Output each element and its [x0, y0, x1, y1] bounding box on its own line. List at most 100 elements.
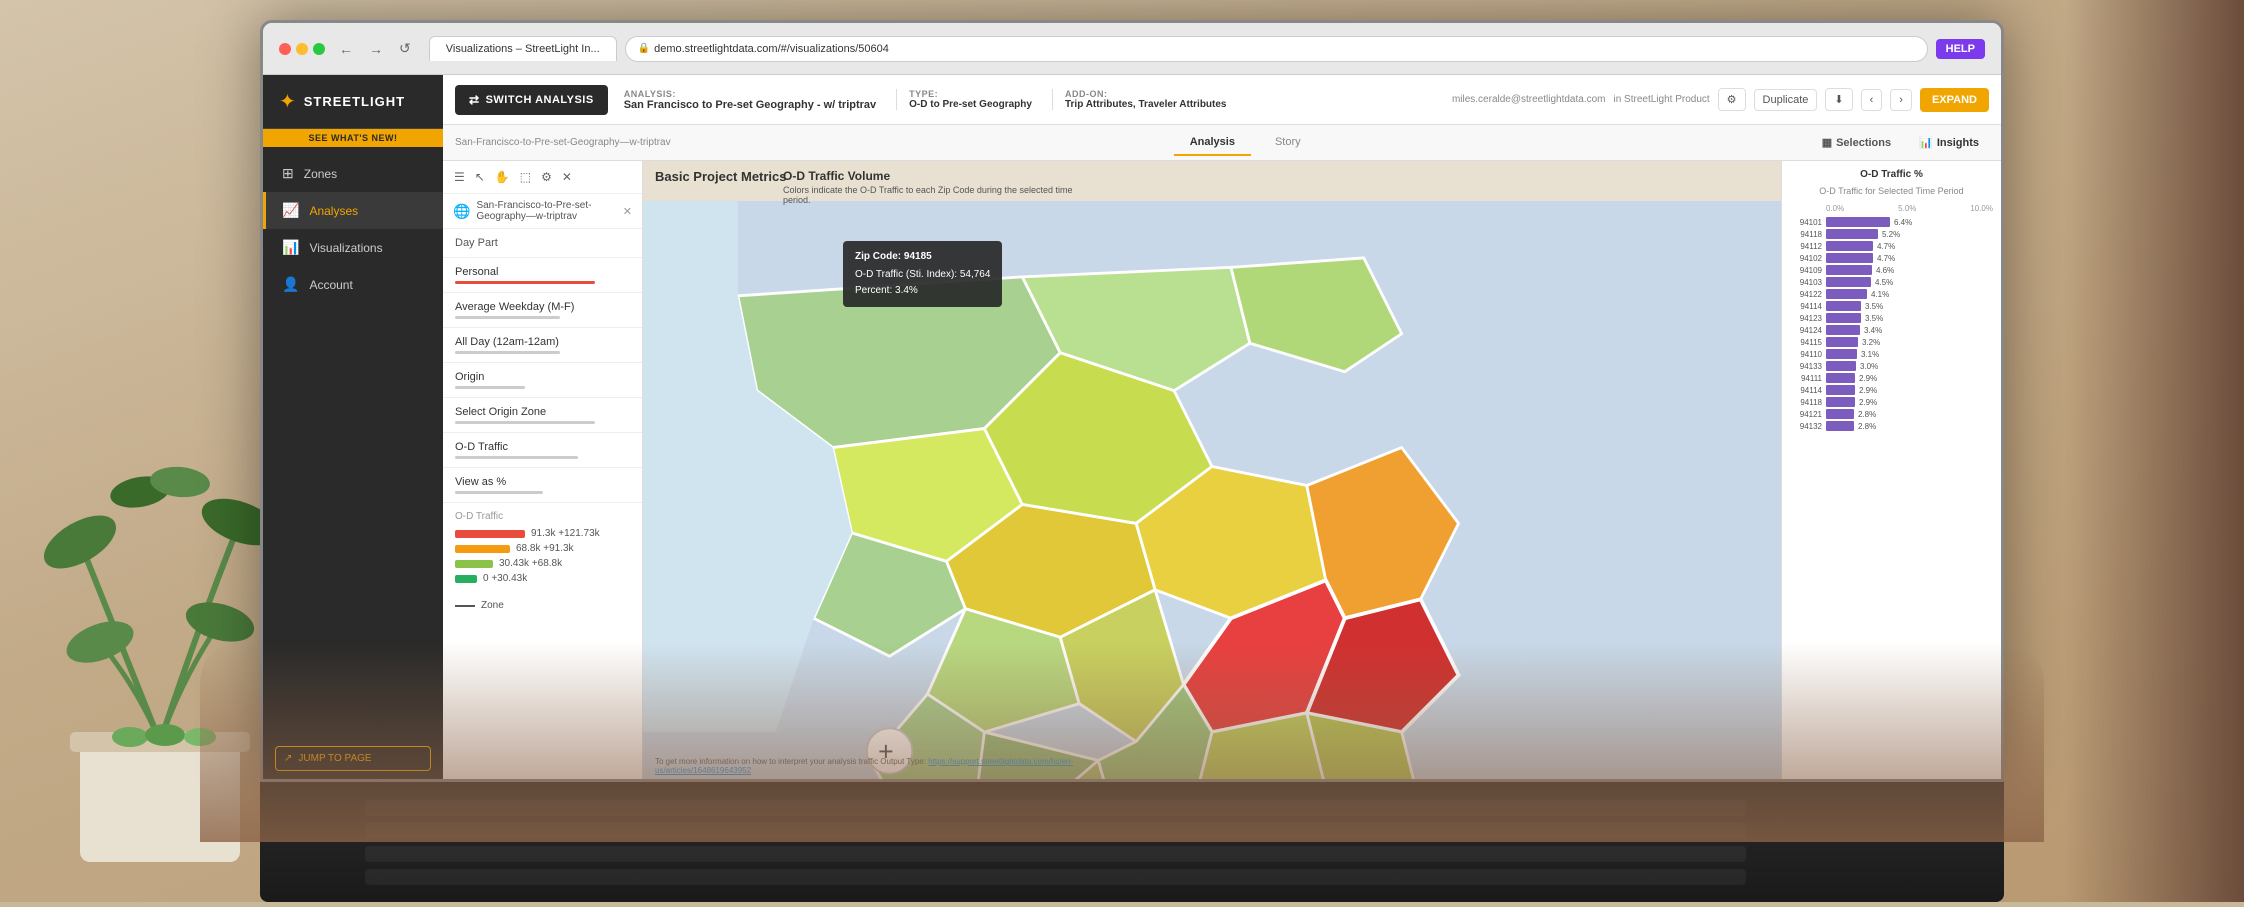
addon-value: Trip Attributes, Traveler Attributes — [1065, 99, 1227, 110]
minimize-button[interactable] — [296, 43, 308, 55]
addon-info: ADD-ON: Trip Attributes, Traveler Attrib… — [1052, 89, 1227, 110]
od-section-label: O-D Traffic — [455, 511, 630, 522]
bar-row-16: 94121 2.8% — [1790, 409, 1993, 419]
bar-label-10: 94115 — [1790, 338, 1822, 347]
bar-label-14: 94114 — [1790, 386, 1822, 395]
filter-allday[interactable]: All Day (12am-12am) — [443, 328, 642, 363]
bar-row-8: 94123 3.5% — [1790, 313, 1993, 323]
sidebar-item-analyses[interactable]: 📈 Analyses — [263, 192, 443, 229]
select-button[interactable]: ⬚ — [517, 167, 534, 187]
close-panel-button[interactable]: ✕ — [559, 167, 575, 187]
filter-origin[interactable]: Origin — [443, 363, 642, 398]
sidebar-item-label-zones: Zones — [304, 167, 337, 181]
sub-toolbar: San-Francisco-to-Pre-set-Geography—w-tri… — [443, 125, 2001, 161]
od-traffic-section: O-D Traffic 91.3k +121.73k 68.8k +91.3k — [443, 503, 642, 596]
address-bar[interactable]: 🔒 demo.streetlightdata.com/#/visualizati… — [625, 36, 1928, 62]
sidebar-item-account[interactable]: 👤 Account — [263, 266, 443, 303]
bar-value-8: 3.5% — [1865, 314, 1883, 323]
analysis-header: 🌐 San-Francisco-to-Pre-set-Geography—w-t… — [443, 194, 642, 229]
globe-icon: 🌐 — [453, 203, 470, 220]
bar-value-0: 6.4% — [1894, 218, 1912, 227]
bar-value-10: 3.2% — [1862, 338, 1880, 347]
hand-button[interactable]: ✋ — [492, 167, 513, 187]
od-bar-red — [455, 530, 525, 538]
menu-button[interactable]: ☰ — [451, 167, 468, 187]
bar-row-9: 94124 3.4% — [1790, 325, 1993, 335]
bar-value-11: 3.1% — [1861, 350, 1879, 359]
bar-label-16: 94121 — [1790, 410, 1822, 419]
filter-view-as[interactable]: View as % — [443, 468, 642, 503]
see-whats-new-banner[interactable]: SEE WHAT'S NEW! — [263, 129, 443, 147]
filter-day-part[interactable]: Day Part — [443, 229, 642, 258]
filter-select-origin-zone[interactable]: Select Origin Zone — [443, 398, 642, 433]
od-bar-low: 0 +30.43k — [455, 573, 630, 584]
logo-text: STREETLIGHT — [304, 94, 405, 109]
forward-button[interactable]: → — [363, 38, 389, 59]
bar-label-9: 94124 — [1790, 326, 1822, 335]
filter-od-traffic[interactable]: O-D Traffic — [443, 433, 642, 468]
bar-fill-14 — [1826, 385, 1855, 395]
bar-fill-0 — [1826, 217, 1890, 227]
bar-fill-12 — [1826, 361, 1856, 371]
bar-label-0: 94101 — [1790, 218, 1822, 227]
close-analysis-icon[interactable]: ✕ — [623, 205, 632, 218]
analysis-info: ANALYSIS: San Francisco to Pre-set Geogr… — [624, 89, 876, 111]
od-bar-high-label: 91.3k +121.73k — [531, 528, 600, 539]
duplicate-button[interactable]: Duplicate — [1754, 89, 1818, 111]
back-button[interactable]: ← — [333, 38, 359, 59]
bar-label-7: 94114 — [1790, 302, 1822, 311]
bar-label-8: 94123 — [1790, 314, 1822, 323]
sidebar-item-zones[interactable]: ⊞ Zones — [263, 155, 443, 192]
prev-button[interactable]: ‹ — [1861, 89, 1883, 111]
bar-fill-9 — [1826, 325, 1860, 335]
day-part-label: Day Part — [455, 237, 498, 249]
tab-analysis[interactable]: Analysis — [1174, 130, 1251, 156]
bar-label-3: 94102 — [1790, 254, 1822, 263]
bar-fill-15 — [1826, 397, 1855, 407]
bar-value-14: 2.9% — [1859, 386, 1877, 395]
tab-story[interactable]: Story — [1259, 130, 1317, 156]
bar-fill-4 — [1826, 265, 1872, 275]
cursor-button[interactable]: ↖ — [472, 167, 488, 187]
origin-label: Origin — [455, 371, 484, 383]
bar-value-3: 4.7% — [1877, 254, 1895, 263]
bar-value-5: 4.5% — [1875, 278, 1893, 287]
refresh-button[interactable]: ↺ — [393, 38, 417, 59]
filter-weekday[interactable]: Average Weekday (M-F) — [443, 293, 642, 328]
window-controls — [279, 43, 325, 55]
expand-button[interactable]: EXPAND — [1920, 88, 1989, 112]
settings-button[interactable]: ⚙ — [1718, 88, 1746, 111]
bar-label-1: 94118 — [1790, 230, 1822, 239]
insights-button[interactable]: 📊 Insights — [1909, 132, 1989, 153]
axis-min: 0.0% — [1826, 204, 1844, 213]
filter-personal[interactable]: Personal — [443, 258, 642, 293]
bar-value-7: 3.5% — [1865, 302, 1883, 311]
bar-value-9: 3.4% — [1864, 326, 1882, 335]
settings-panel-button[interactable]: ⚙ — [538, 167, 555, 187]
maximize-button[interactable] — [313, 43, 325, 55]
bar-fill-3 — [1826, 253, 1873, 263]
close-button[interactable] — [279, 43, 291, 55]
od-bar-med-high: 68.8k +91.3k — [455, 543, 630, 554]
tab-label: Visualizations – StreetLight In... — [446, 43, 600, 55]
bar-value-17: 2.8% — [1858, 422, 1876, 431]
next-button[interactable]: › — [1890, 89, 1912, 111]
bar-label-17: 94132 — [1790, 422, 1822, 431]
switch-analysis-button[interactable]: ⇄ SWITCH ANALYSIS — [455, 85, 608, 115]
type-label: TYPE: — [909, 89, 1032, 99]
bar-row-5: 94103 4.5% — [1790, 277, 1993, 287]
lock-icon: 🔒 — [638, 43, 650, 54]
type-value: O-D to Pre-set Geography — [909, 99, 1032, 110]
selections-button[interactable]: ▦ Selections — [1812, 132, 1901, 153]
visualizations-icon: 📊 — [282, 239, 299, 256]
download-button[interactable]: ⬇ — [1825, 88, 1852, 111]
bar-row-11: 94110 3.1% — [1790, 349, 1993, 359]
browser-chrome: ← → ↺ Visualizations – StreetLight In...… — [263, 23, 2001, 75]
current-analysis-path: San-Francisco-to-Pre-set-Geography—w-tri… — [455, 137, 671, 148]
browser-nav: ← → ↺ — [333, 38, 417, 59]
bar-value-15: 2.9% — [1859, 398, 1877, 407]
help-button[interactable]: HELP — [1936, 39, 1985, 59]
sidebar-item-visualizations[interactable]: 📊 Visualizations — [263, 229, 443, 266]
bar-label-11: 94110 — [1790, 350, 1822, 359]
browser-tab[interactable]: Visualizations – StreetLight In... — [429, 36, 617, 61]
